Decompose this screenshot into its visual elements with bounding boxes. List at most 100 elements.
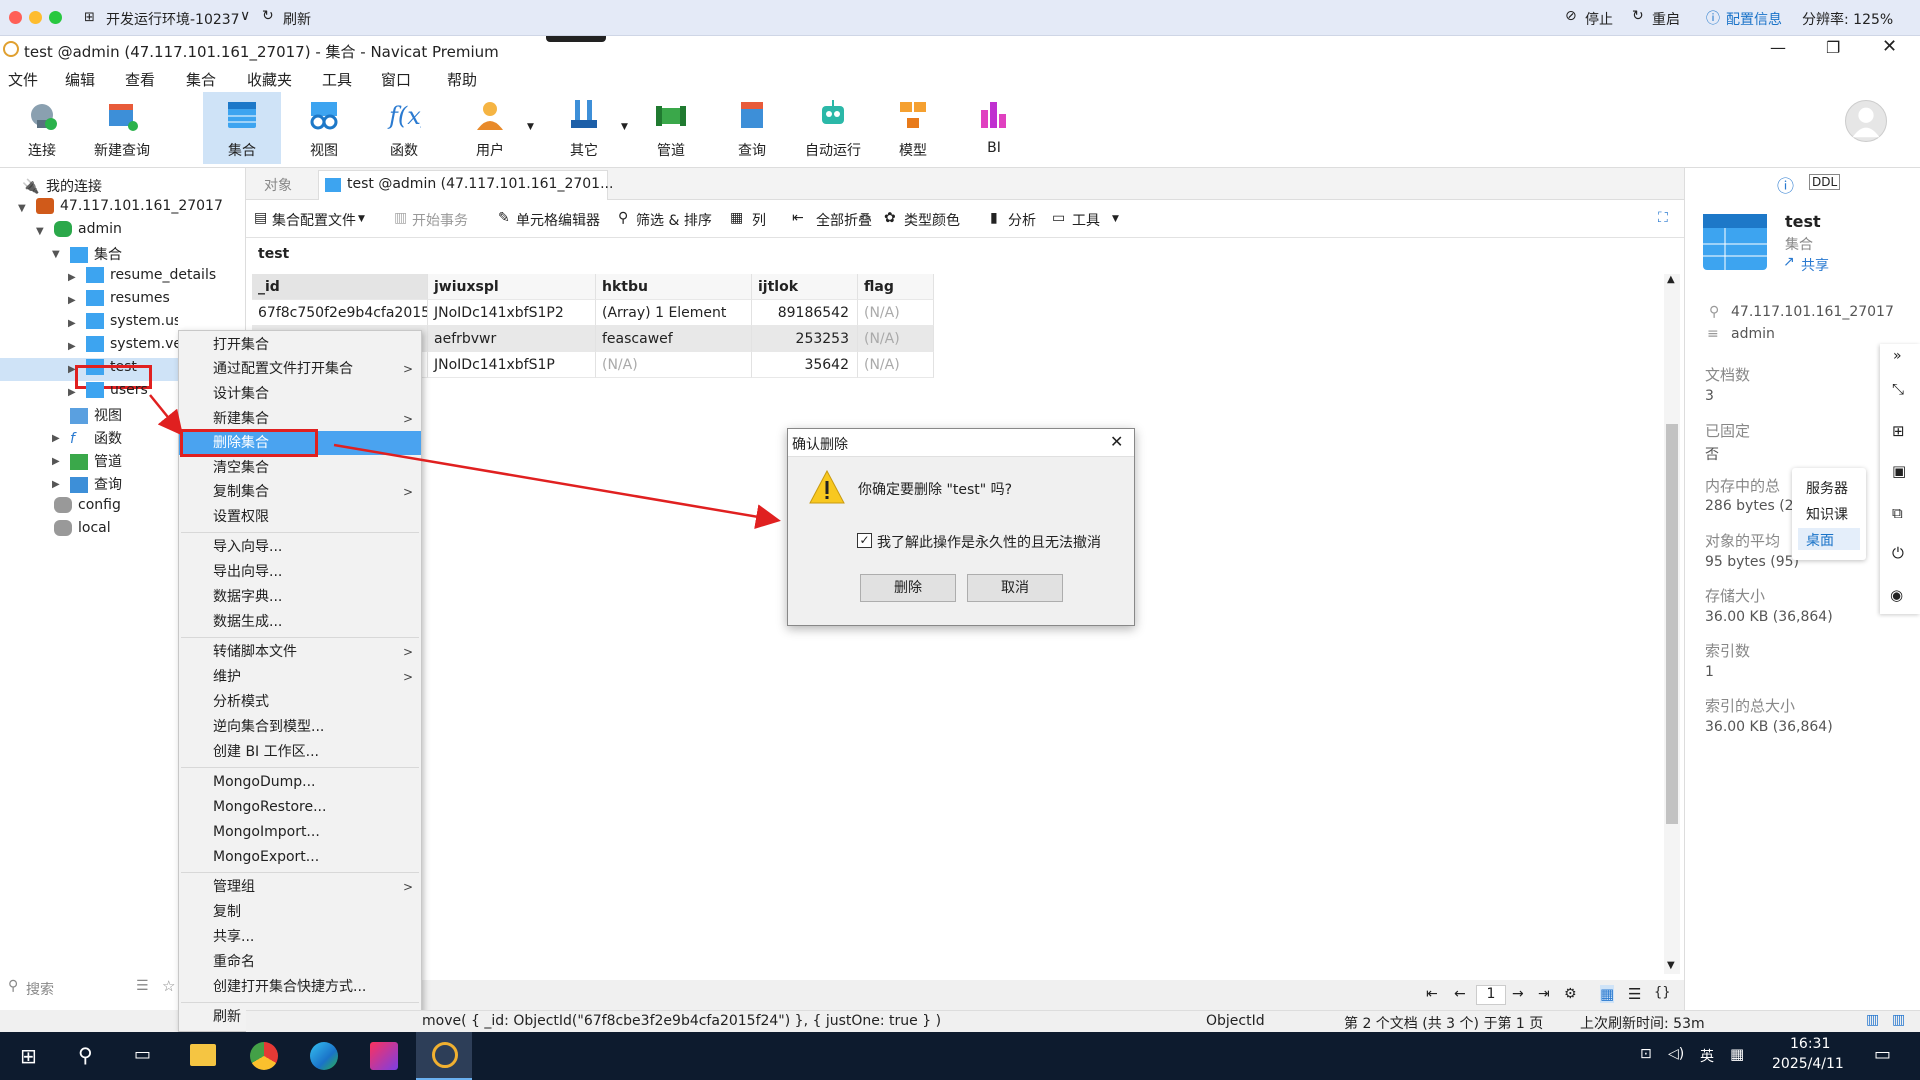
maximize-dot-icon[interactable] <box>49 11 62 24</box>
ctx-open-collection[interactable]: 打开集合 <box>179 333 421 357</box>
ctx-dump-script[interactable]: 转储脚本文件 > <box>179 640 421 664</box>
toolbar-bi-button[interactable]: BI <box>955 92 1033 164</box>
next-page-icon[interactable]: → <box>1512 986 1524 1002</box>
type-color-button[interactable]: 类型颜色 <box>904 210 960 230</box>
column-header[interactable]: _id <box>252 274 428 300</box>
expand-icon[interactable]: ▶ <box>52 479 60 490</box>
toolbar-connect-button[interactable]: 连接 <box>3 92 81 164</box>
tree-db-local[interactable]: local <box>54 520 111 542</box>
columns-button[interactable]: 列 <box>752 210 766 230</box>
ctx-mongodump[interactable]: MongoDump... <box>179 770 421 794</box>
menu-help[interactable]: 帮助 <box>447 69 477 90</box>
env-selector[interactable]: 开发运行环境-10237 <box>106 9 240 29</box>
scroll-up-icon[interactable]: ▲ <box>1667 274 1675 285</box>
popup-item-course[interactable]: 知识课 <box>1806 504 1848 524</box>
toolbar-other-button[interactable]: 其它 <box>545 92 623 164</box>
power-icon[interactable]: ⏻ <box>1892 544 1904 562</box>
table-cell[interactable]: (N/A) <box>858 300 934 326</box>
page-number-input[interactable]: 1 <box>1476 985 1506 1005</box>
search-button[interactable]: ⚲ <box>60 1032 116 1080</box>
table-cell[interactable]: 253253 <box>752 326 858 352</box>
cancel-button[interactable]: 取消 <box>967 574 1063 602</box>
last-page-icon[interactable]: ⇥ <box>1538 986 1550 1002</box>
tools-button[interactable]: 工具 <box>1072 210 1100 230</box>
menu-tools[interactable]: 工具 <box>322 69 352 90</box>
ctx-create-shortcut[interactable]: 创建打开集合快捷方式... <box>179 975 421 999</box>
other-dropdown-caret-icon[interactable]: ▼ <box>621 122 628 132</box>
filter-sort-button[interactable]: 筛选 & 排序 <box>636 210 712 230</box>
fullscreen-icon[interactable]: ⛶ <box>1658 210 1668 226</box>
explorer-button[interactable] <box>176 1032 232 1080</box>
info-icon[interactable]: ⓘ <box>1777 172 1794 197</box>
toolbar-collection-button[interactable]: 集合 <box>203 92 281 164</box>
table-cell[interactable]: (N/A) <box>596 352 752 378</box>
ctx-copy[interactable]: 复制 <box>179 900 421 924</box>
expand-icon[interactable]: ▶ <box>68 341 76 352</box>
task-view-button[interactable]: ▭ <box>116 1032 172 1080</box>
expand-icon[interactable]: ▶ <box>68 318 76 329</box>
expand-icon[interactable]: ▶ <box>68 295 76 306</box>
ctx-rename[interactable]: 重命名 <box>179 950 421 974</box>
form-view-icon[interactable]: ☰ <box>1628 985 1641 1003</box>
scroll-down-icon[interactable]: ▼ <box>1667 960 1675 971</box>
expand-icon[interactable]: ▶ <box>68 387 76 398</box>
collection-profile-button[interactable]: 集合配置文件 <box>272 210 356 230</box>
ctx-mongoimport[interactable]: MongoImport... <box>179 820 421 844</box>
collapse-arrows-icon[interactable]: » <box>1893 348 1902 364</box>
first-page-icon[interactable]: ⇤ <box>1426 986 1438 1002</box>
json-view-icon[interactable]: {} <box>1654 985 1671 1000</box>
expand-icon[interactable]: ▶ <box>52 456 60 467</box>
minimize-icon[interactable]: — <box>1770 38 1786 57</box>
vertical-scrollbar[interactable]: ▲ ▼ <box>1664 274 1680 974</box>
toolbar-query-button[interactable]: 查询 <box>713 92 791 164</box>
edge-button[interactable] <box>296 1032 352 1080</box>
tree-db-config[interactable]: config <box>54 497 121 519</box>
ctx-open-with-profile[interactable]: 通过配置文件打开集合 > <box>179 357 421 381</box>
chrome-button[interactable] <box>236 1032 292 1080</box>
begin-transaction-button[interactable]: 开始事务 <box>412 210 468 230</box>
layout-icon[interactable]: ▣ <box>1892 462 1906 480</box>
network-icon[interactable]: ⊡ <box>1640 1046 1652 1062</box>
table-cell[interactable]: 89186542 <box>752 300 858 326</box>
popup-item-desktop[interactable]: 桌面 <box>1806 530 1834 550</box>
ctx-maintain[interactable]: 维护 > <box>179 665 421 689</box>
menu-edit[interactable]: 编辑 <box>65 69 95 90</box>
tree-collections-group[interactable]: 集合 <box>70 244 122 266</box>
grid-view-icon[interactable]: ▦ <box>1600 985 1615 1003</box>
ack-checkbox[interactable]: ✓ <box>857 533 872 548</box>
start-button[interactable]: ⊞ <box>2 1032 58 1080</box>
table-cell[interactable]: (N/A) <box>858 326 934 352</box>
tree-db-admin[interactable]: admin <box>54 221 122 243</box>
expand-db-icon[interactable]: ▼ <box>36 226 44 237</box>
menu-view[interactable]: 查看 <box>125 69 155 90</box>
ctx-reverse-to-model[interactable]: 逆向集合到模型... <box>179 715 421 739</box>
volume-icon[interactable]: ◁) <box>1668 1046 1684 1062</box>
clock-time[interactable]: 16:31 <box>1790 1036 1830 1052</box>
profile-caret-icon[interactable]: ▼ <box>358 214 365 224</box>
restart-button[interactable]: 重启 <box>1652 9 1680 29</box>
restore-icon[interactable]: ❐ <box>1826 38 1840 57</box>
tree-connection[interactable]: 47.117.101.161_27017 <box>36 198 223 220</box>
ctx-copy-collection[interactable]: 复制集合 > <box>179 480 421 504</box>
stop-button[interactable]: 停止 <box>1585 9 1613 29</box>
ctx-manage-group[interactable]: 管理组 > <box>179 875 421 899</box>
tree-pipelines[interactable]: 管道 <box>70 451 122 473</box>
table-cell[interactable]: (N/A) <box>858 352 934 378</box>
minimize-dot-icon[interactable] <box>29 11 42 24</box>
keyboard-icon[interactable]: ▦ <box>1730 1045 1744 1063</box>
account-avatar[interactable] <box>1845 100 1887 142</box>
config-info-button[interactable]: 配置信息 <box>1726 9 1782 29</box>
tools-caret-icon[interactable]: ▼ <box>1112 214 1119 224</box>
panel-left-icon[interactable]: ▥ <box>1866 1012 1879 1028</box>
intellij-button[interactable] <box>356 1032 412 1080</box>
user-dropdown-caret-icon[interactable]: ▼ <box>527 122 534 132</box>
settings-gear-icon[interactable]: ⚙ <box>1564 986 1577 1002</box>
tree-collection-item[interactable]: resume_details <box>86 267 216 289</box>
ctx-mongoexport[interactable]: MongoExport... <box>179 845 421 869</box>
resolution-label[interactable]: 分辨率: 125% <box>1802 9 1893 29</box>
ctx-set-permissions[interactable]: 设置权限 <box>179 505 421 529</box>
refresh-icon[interactable]: ↻ <box>262 8 274 24</box>
expand-icon[interactable]: ▶ <box>52 433 60 444</box>
cell-editor-button[interactable]: 单元格编辑器 <box>516 210 600 230</box>
analysis-button[interactable]: 分析 <box>1008 210 1036 230</box>
